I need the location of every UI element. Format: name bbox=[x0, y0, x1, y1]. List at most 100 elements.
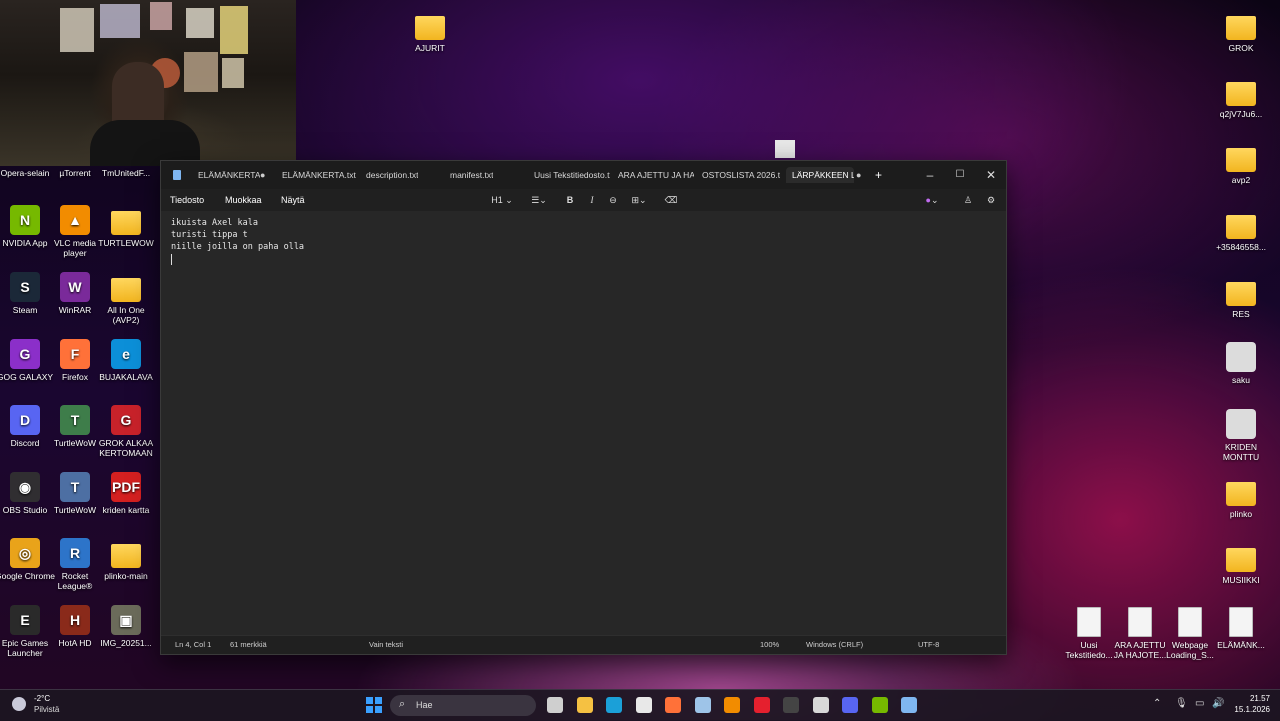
desktop-shortcut[interactable]: KRIDEN MONTTU bbox=[1211, 409, 1271, 462]
italic-icon[interactable]: I bbox=[585, 192, 599, 208]
menu-edit[interactable]: Muokkaa bbox=[225, 189, 262, 211]
app-icon: E bbox=[10, 605, 40, 635]
desktop-icon-label: VLC media player bbox=[53, 238, 97, 258]
desktop-shortcut[interactable]: All In One (AVP2) bbox=[96, 272, 156, 325]
firefox-icon[interactable] bbox=[665, 697, 681, 713]
table-icon[interactable]: ⊞⌄ bbox=[627, 192, 651, 208]
desktop-shortcut[interactable]: TURTLEWOW bbox=[96, 205, 156, 248]
bold-icon[interactable]: B bbox=[563, 192, 577, 208]
clock-date[interactable]: 15.1.2026 bbox=[1222, 705, 1270, 714]
file-explorer-icon[interactable] bbox=[576, 697, 593, 713]
desktop-icon-label: Firefox bbox=[62, 372, 88, 382]
desktop-icon-label: ARA AJETTU JA HAJOTE... bbox=[1113, 640, 1167, 660]
app-icon: F bbox=[60, 339, 90, 369]
weather-desc[interactable]: Pilvistä bbox=[34, 705, 59, 714]
desktop-icon-label: GROK bbox=[1228, 43, 1254, 53]
list-icon[interactable]: ☰⌄ bbox=[527, 192, 551, 208]
desktop-icon-label: IMG_20251... bbox=[100, 638, 152, 648]
desktop-icon-label: TurtleWoW bbox=[53, 438, 97, 448]
windows-icon bbox=[366, 697, 382, 713]
desktop-shortcut[interactable]: RES bbox=[1211, 276, 1271, 319]
tray-chevron-icon[interactable]: ⌃ bbox=[1153, 698, 1161, 709]
desktop-file-icon[interactable] bbox=[775, 140, 795, 158]
desktop-icon-label: plinko bbox=[1229, 509, 1253, 519]
store-icon[interactable] bbox=[635, 697, 652, 713]
terminal-icon[interactable] bbox=[783, 697, 799, 713]
folder-icon bbox=[415, 16, 445, 40]
steam-icon[interactable] bbox=[694, 697, 711, 713]
edge-icon[interactable] bbox=[606, 697, 622, 713]
zoom-level[interactable]: 100% bbox=[760, 636, 779, 654]
close-button[interactable]: ✕ bbox=[976, 161, 1006, 189]
desktop-shortcut[interactable]: saku bbox=[1211, 342, 1271, 385]
minimize-button[interactable]: – bbox=[915, 161, 945, 189]
notepad-app-icon bbox=[173, 170, 181, 180]
copilot-icon[interactable]: ●⌄ bbox=[921, 192, 943, 208]
desktop-shortcut[interactable]: plinko bbox=[1211, 476, 1271, 519]
desktop-icon-label: plinko-main bbox=[104, 571, 148, 581]
desktop-shortcut[interactable]: PDF kriden kartta bbox=[96, 472, 156, 515]
desktop-shortcut[interactable]: ▣ IMG_20251... bbox=[96, 605, 156, 648]
line-endings[interactable]: Windows (CRLF) bbox=[806, 636, 863, 654]
desktop-icon-label: HotA HD bbox=[58, 638, 92, 648]
menu-file[interactable]: Tiedosto bbox=[170, 189, 204, 211]
desktop-shortcut[interactable]: TTmUnitedF... bbox=[96, 168, 156, 178]
menu-view[interactable]: Näytä bbox=[281, 189, 305, 211]
tab-2[interactable]: description.txt bbox=[366, 167, 418, 183]
clear-formatting-icon[interactable]: ⌫ bbox=[663, 192, 679, 208]
desktop-icon-label: TURTLEWOW bbox=[98, 238, 154, 248]
clock-time[interactable]: 21.57 bbox=[1240, 694, 1270, 703]
tab-0[interactable]: ELÄMÄNKERTA bbox=[198, 167, 260, 183]
desktop-icon-label: Discord bbox=[10, 438, 40, 448]
obs-icon[interactable] bbox=[812, 697, 829, 713]
desktop-shortcut[interactable]: e BUJAKALAVA bbox=[96, 339, 156, 382]
vlc-icon[interactable] bbox=[724, 697, 740, 713]
heading-select[interactable]: H1 ⌄ bbox=[489, 192, 515, 208]
nvidia-icon[interactable] bbox=[871, 697, 888, 713]
settings-gear-icon[interactable]: ⚙ bbox=[983, 192, 999, 208]
weather-temp[interactable]: -2°C bbox=[34, 694, 50, 703]
task-view-icon[interactable] bbox=[547, 697, 563, 713]
desktop-shortcut[interactable]: GROK bbox=[1211, 10, 1271, 53]
tab-6[interactable]: OSTOSLISTA 2026.txt bbox=[702, 167, 780, 183]
encoding[interactable]: UTF-8 bbox=[918, 636, 939, 654]
desktop-folder-ajurit[interactable]: AJURIT bbox=[400, 10, 460, 53]
text-file-icon bbox=[1229, 607, 1253, 637]
app-icon bbox=[111, 278, 141, 302]
discord-icon[interactable] bbox=[842, 697, 858, 713]
display-icon[interactable]: ▭ bbox=[1195, 698, 1204, 709]
desktop-shortcut[interactable]: MUSIIKKI bbox=[1211, 542, 1271, 585]
tab-3[interactable]: manifest.txt bbox=[450, 167, 493, 183]
desktop-icon-label: TmUnitedF... bbox=[101, 168, 151, 178]
desktop-file[interactable]: ELÄMÄNK... bbox=[1211, 607, 1271, 650]
desktop-shortcut[interactable]: +35846558... bbox=[1211, 209, 1271, 252]
search-box[interactable]: ⌕ Hae bbox=[390, 695, 536, 716]
notepad-icon[interactable] bbox=[901, 697, 917, 713]
start-button[interactable] bbox=[366, 697, 382, 713]
app-icon bbox=[111, 544, 141, 568]
tab-1[interactable]: ELÄMÄNKERTA.txt bbox=[282, 167, 356, 183]
tab-4[interactable]: Uusi Tekstitiedosto.tx bbox=[534, 167, 610, 183]
format-mode[interactable]: Vain teksti bbox=[369, 636, 403, 654]
maximize-button[interactable]: ☐ bbox=[945, 161, 975, 189]
character-count: 61 merkkiä bbox=[230, 640, 267, 649]
desktop-icon-label: NVIDIA App bbox=[2, 238, 48, 248]
tab-5[interactable]: ARA AJETTU JA HAJC bbox=[618, 167, 694, 183]
desktop-icon-label: Opera-selain bbox=[0, 168, 50, 178]
link-icon[interactable]: ⊖ bbox=[605, 192, 621, 208]
app-icon: ▲ bbox=[60, 205, 90, 235]
app-icon: ◉ bbox=[10, 472, 40, 502]
tab-7[interactable]: LÄRPÄKKEEN L bbox=[786, 167, 854, 183]
account-icon[interactable]: ♙ bbox=[960, 192, 976, 208]
microphone-icon[interactable]: 🎙 bbox=[1175, 698, 1188, 709]
opera-icon[interactable] bbox=[753, 697, 770, 713]
desktop-shortcut[interactable]: avp2 bbox=[1211, 142, 1271, 185]
status-bar: Ln 4, Col 1 61 merkkiä Vain teksti 100% … bbox=[161, 635, 1006, 654]
desktop-shortcut[interactable]: G GROK ALKAA KERTOMAAN bbox=[96, 405, 156, 458]
text-editor[interactable]: ikuista Axel kala turisti tippa t niille… bbox=[161, 211, 1006, 636]
new-tab-button[interactable]: + bbox=[875, 167, 882, 183]
desktop-shortcut[interactable]: q2jV7Ju6... bbox=[1211, 76, 1271, 119]
menu-bar: Tiedosto Muokkaa Näytä H1 ⌄ ☰⌄ B I ⊖ ⊞⌄ … bbox=[161, 189, 1006, 211]
desktop-shortcut[interactable]: plinko-main bbox=[96, 538, 156, 581]
unsaved-dot-icon: ● bbox=[856, 170, 862, 180]
